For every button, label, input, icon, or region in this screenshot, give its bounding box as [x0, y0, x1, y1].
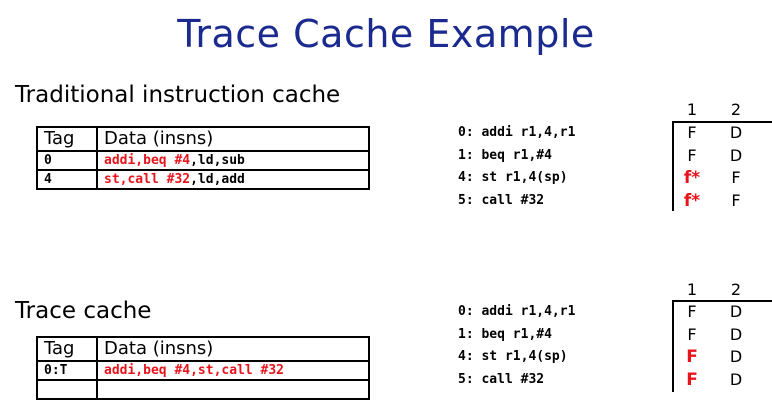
pipeline-stage: F [687, 145, 697, 165]
data-header: Data (insns) [96, 126, 370, 152]
data-cell: addi,beq #4,st,call #32 [96, 360, 370, 381]
table-header-row: Tag Data (insns) [36, 336, 370, 362]
pipeline-stage: D [729, 347, 743, 367]
tag-cell: 0 [36, 150, 98, 171]
data-trace-insns: addi,beq #4,st,call #32 [104, 363, 285, 378]
section-heading-trace: Trace cache [15, 298, 152, 324]
pipeline-stage: D [729, 145, 743, 165]
traditional-cache-table: Tag Data (insns) 0 addi,beq #4,ld,sub 4 … [36, 126, 370, 190]
table-row: 4 st,call #32,ld,add [36, 169, 370, 190]
pipeline-stage: F [687, 324, 697, 344]
instruction: 1: beq r1,#4 [458, 326, 552, 342]
pipeline-stage: D [729, 302, 743, 321]
pipeline-stage-miss: f* [683, 190, 701, 211]
pipeline-stage: F [731, 190, 741, 210]
instruction: 0: addi r1,4,r1 [458, 304, 576, 319]
instruction: 5: call #32 [458, 192, 545, 208]
tag-cell: 4 [36, 169, 98, 190]
pipeline-stage-trace: F [686, 347, 698, 368]
cycle-header: 1 [686, 100, 698, 119]
instruction: 4: st r1,4(sp) [458, 170, 568, 186]
data-cell [96, 379, 370, 400]
data-cell: addi,beq #4,ld,sub [96, 150, 370, 171]
cycle-header: 2 [730, 100, 742, 119]
instruction: 0: addi r1,4,r1 [458, 125, 576, 140]
data-other-insns: ,ld,sub [190, 153, 245, 168]
instruction: 5: call #32 [458, 371, 545, 387]
table-header-row: Tag Data (insns) [36, 126, 370, 152]
slide-title: Trace Cache Example [177, 12, 595, 56]
data-other-insns: ,ld,add [190, 172, 245, 187]
section-heading-traditional: Traditional instruction cache [15, 82, 341, 108]
table-row: 0 addi,beq #4,ld,sub [36, 150, 370, 171]
cycle-header: 1 [686, 280, 698, 299]
data-header: Data (insns) [96, 336, 370, 362]
table-row [36, 379, 370, 400]
pipeline-stage-trace: F [686, 369, 698, 390]
tag-cell [36, 379, 98, 400]
tag-header: Tag [36, 336, 98, 362]
pipeline-stage: F [687, 302, 697, 321]
pipeline-stage: D [729, 123, 743, 142]
table-row: 0:T addi,beq #4,st,call #32 [36, 360, 370, 381]
instruction: 1: beq r1,#4 [458, 147, 552, 163]
cycle-header: 2 [730, 280, 742, 299]
data-cell: st,call #32,ld,add [96, 169, 370, 190]
trace-cache-table: Tag Data (insns) 0:T addi,beq #4,st,call… [36, 336, 370, 400]
tag-header: Tag [36, 126, 98, 152]
instruction-list-trace: 0: addi r1,4,r1 1: beq r1,#4 4: st r1,4(… [458, 301, 575, 391]
pipeline-stage: D [729, 324, 743, 344]
pipeline-stage: D [729, 369, 743, 389]
data-hit-insns: addi,beq #4 [104, 153, 191, 168]
tag-cell: 0:T [36, 360, 98, 381]
data-hit-insns: st,call #32 [104, 172, 191, 187]
pipeline-stage: F [687, 123, 697, 142]
instruction: 4: st r1,4(sp) [458, 349, 568, 365]
instruction-list-traditional: 0: addi r1,4,r1 1: beq r1,#4 4: st r1,4(… [458, 122, 575, 212]
pipeline-stage: F [731, 168, 741, 188]
pipeline-stage-miss: f* [683, 168, 701, 189]
